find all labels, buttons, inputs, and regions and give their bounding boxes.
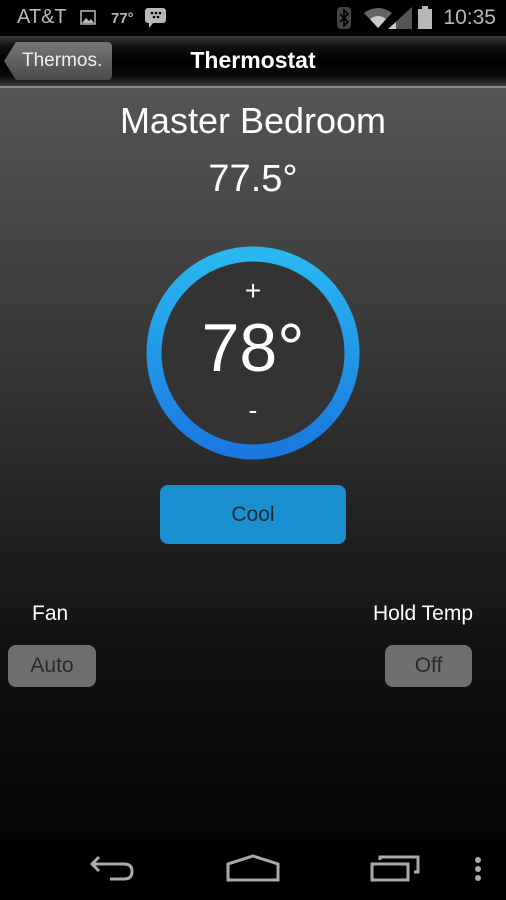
setpoint-temperature: 78° [201, 310, 305, 386]
hold-temp-label: Hold Temp [373, 602, 473, 625]
carrier-name: AT&T [17, 6, 67, 28]
bluetooth-icon [337, 7, 351, 34]
mode-button[interactable]: Cool [160, 485, 346, 544]
fan-label: Fan [32, 602, 69, 625]
navigation-bar [0, 840, 506, 900]
image-icon [80, 10, 96, 30]
back-icon[interactable] [88, 855, 136, 888]
room-name: Master Bedroom [119, 100, 387, 141]
signal-icon [388, 7, 412, 34]
home-icon[interactable] [226, 854, 280, 887]
hold-temp-button[interactable]: Off [385, 645, 472, 687]
increase-temp-button[interactable]: + [145, 275, 361, 307]
overflow-menu-icon[interactable] [474, 856, 482, 887]
page-title: Thermostat [190, 47, 316, 73]
decrease-temp-button[interactable]: - [145, 395, 361, 426]
battery-icon [418, 6, 432, 34]
bbm-icon [145, 8, 166, 33]
weather-temp: 77° [111, 10, 134, 27]
setpoint-dial: + 78° - [145, 245, 361, 461]
fan-mode-button[interactable]: Auto [8, 645, 96, 687]
current-temperature: 77.5° [208, 158, 298, 200]
recents-icon[interactable] [370, 854, 420, 887]
clock: 10:35 [443, 6, 496, 29]
action-bar: Thermos. Thermostat [0, 36, 506, 88]
thermostat-panel: Master Bedroom 77.5° + 78° - Cool Fan Ho… [0, 88, 506, 840]
status-bar: AT&T 77° 10:35 [0, 0, 506, 36]
